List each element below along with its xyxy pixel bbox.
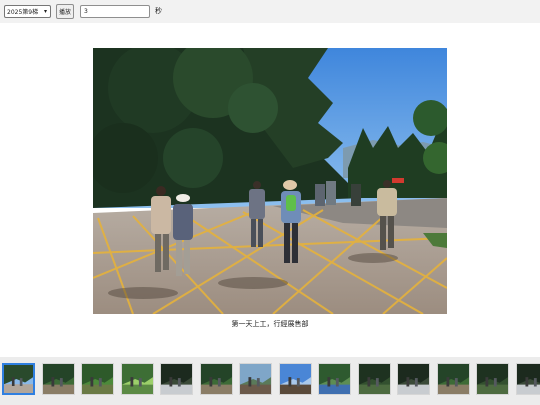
thumbnail-image xyxy=(4,365,33,393)
thumbnail-image xyxy=(42,364,74,394)
main-photo xyxy=(93,48,447,314)
toolbar: 2025第9梯 ▾ 播放 秒 xyxy=(0,0,540,23)
photo-caption: 第一天上工，行經展售部 xyxy=(231,320,309,328)
thumbnail-12[interactable] xyxy=(436,363,470,395)
thumbnail-image xyxy=(200,364,232,394)
thumbnail-9[interactable] xyxy=(318,363,351,395)
thumbnail-image xyxy=(240,364,271,394)
thumbnail-8[interactable] xyxy=(278,363,312,395)
thumbnail-image xyxy=(516,364,540,394)
thumbnail-7[interactable] xyxy=(239,363,272,395)
thumbnail-image xyxy=(358,364,390,394)
thumbnail-11[interactable] xyxy=(397,363,430,395)
seconds-unit-label: 秒 xyxy=(155,7,162,15)
play-button[interactable]: 播放 xyxy=(56,4,74,19)
thumbnail-image xyxy=(121,364,153,394)
album-select[interactable]: 2025第9梯 ▾ xyxy=(4,5,51,18)
thumbnail-13[interactable] xyxy=(476,363,509,395)
thumbnail-image xyxy=(279,364,311,394)
thumbnail-image xyxy=(319,364,350,394)
thumbnail-5[interactable] xyxy=(160,363,193,395)
album-select-value: 2025第9梯 xyxy=(7,9,39,16)
thumbnail-image xyxy=(398,364,429,394)
thumbnail-4[interactable] xyxy=(120,363,154,395)
thumbnail-2[interactable] xyxy=(41,363,75,395)
thumbnail-6[interactable] xyxy=(199,363,233,395)
thumbnail-10[interactable] xyxy=(357,363,391,395)
interval-seconds-input[interactable] xyxy=(80,5,150,18)
thumbnail-strip xyxy=(0,357,540,405)
thumbnail-image xyxy=(161,364,192,394)
thumbnail-14[interactable] xyxy=(515,363,540,395)
thumbnail-image xyxy=(477,364,508,394)
thumbnail-1[interactable] xyxy=(2,363,35,395)
thumbnail-image xyxy=(82,364,113,394)
thumbnail-image xyxy=(437,364,469,394)
thumbnail-3[interactable] xyxy=(81,363,114,395)
chevron-down-icon: ▾ xyxy=(43,8,47,15)
